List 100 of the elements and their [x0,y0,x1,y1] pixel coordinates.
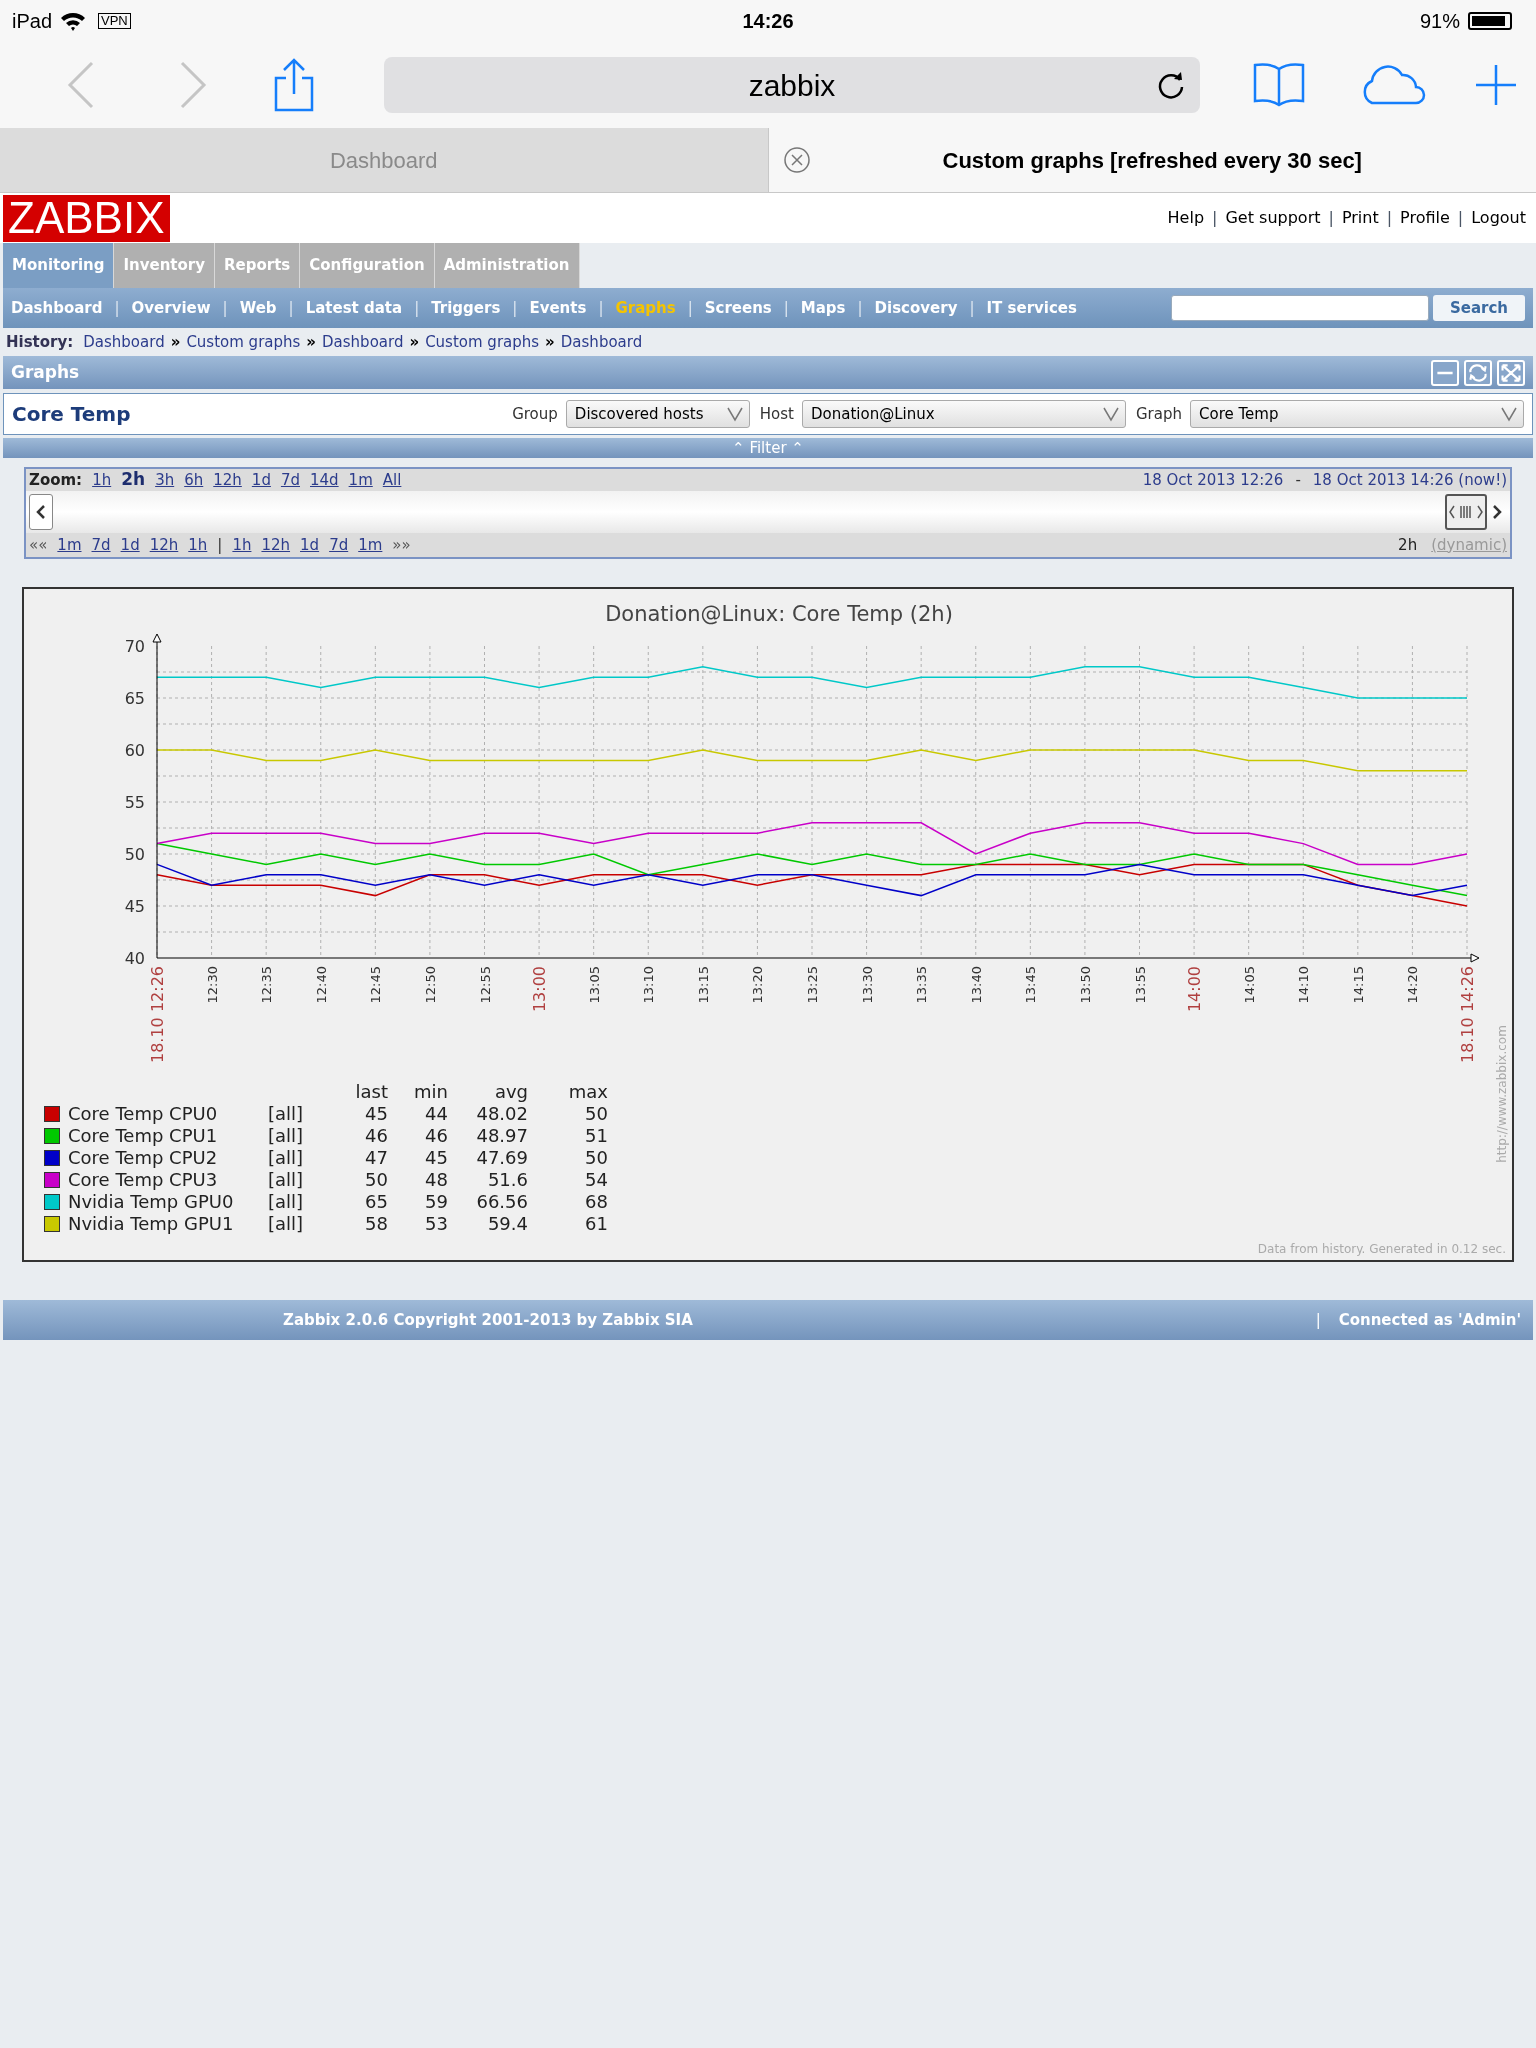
legend-avg: 48.02 [476,1103,528,1125]
address-bar[interactable]: zabbix [384,57,1200,113]
legend-series-name: Core Temp CPU1 [68,1125,219,1147]
x-tick-label: 13:50 [1077,966,1093,1004]
breadcrumb-separator: » [409,331,420,353]
separator: | [222,297,228,319]
back-link[interactable]: 7d [91,533,111,557]
breadcrumb-link[interactable]: Dashboard [560,330,643,354]
zoom-link[interactable]: 1m [348,468,373,492]
back-all-link[interactable]: «« [29,533,48,557]
battery-icon [1468,12,1512,30]
separator: | [512,297,518,319]
x-tick-label: 12:55 [477,966,493,1004]
legend-avg: 48.97 [476,1125,528,1147]
x-tick-label: 18.10 14:26 [1458,966,1477,1063]
timeline-scrollbar[interactable] [26,491,1510,533]
legend-max: 50 [585,1147,608,1169]
forward-link[interactable]: 1d [300,533,320,557]
range-end: 18 Oct 2013 14:26 (now!) [1312,469,1507,491]
y-tick-label: 50 [124,845,145,864]
separator: | [414,297,420,319]
legend-series-name: Nvidia Temp GPU1 [68,1213,235,1235]
breadcrumb-link[interactable]: Custom graphs [425,330,540,354]
history-label: History: [6,331,74,353]
graph-heading: Core Temp [12,401,131,428]
minimize-icon[interactable] [1431,359,1459,386]
legend-min: 48 [425,1169,448,1191]
forward-link[interactable]: 12h [261,533,291,557]
x-tick-label: 13:20 [750,966,766,1004]
fullscreen-icon[interactable] [1497,359,1525,386]
zoom-link[interactable]: 2h [121,467,146,493]
back-link[interactable]: 1m [57,533,82,557]
separator: | [857,297,863,319]
legend-min: 59 [425,1191,448,1213]
forward-link[interactable]: 7d [329,533,349,557]
generation-note: Data from history. Generated in 0.12 sec. [1257,1241,1506,1258]
zoom-link[interactable]: 1h [92,468,112,492]
zoom-link[interactable]: 12h [213,468,242,492]
zoom-link[interactable]: 7d [280,468,300,492]
x-tick-label: 13:25 [805,966,820,1004]
legend-series-name: Nvidia Temp GPU0 [68,1191,235,1213]
zoom-link[interactable]: 1d [251,468,271,492]
close-icon[interactable] [782,146,811,174]
refresh-icon[interactable] [1464,359,1492,386]
separator: | [1386,207,1393,229]
plus-icon[interactable] [1474,63,1518,107]
separator: | [1328,207,1334,229]
back-link[interactable]: 12h [149,533,179,557]
timeline-handle[interactable] [1445,494,1487,530]
legend-last: 65 [365,1191,388,1213]
x-tick-label: 13:35 [914,966,930,1004]
zoom-link[interactable]: 14d [310,468,339,492]
back-link[interactable]: 1d [120,533,140,557]
x-tick-label: 13:15 [695,966,711,1004]
share-icon[interactable] [272,58,316,112]
breadcrumb-link[interactable]: Custom graphs [186,330,301,354]
x-tick-label: 12:50 [422,966,438,1004]
legend-max: 61 [585,1213,608,1235]
range-separator: - [1295,469,1301,491]
device-name: iPad [12,9,53,34]
dropdown[interactable]: Discovered hosts [565,400,750,428]
zoom-link[interactable]: 6h [184,468,204,492]
x-tick-label: 14:20 [1405,966,1421,1004]
breadcrumb-link[interactable]: Dashboard [322,330,404,354]
header-link[interactable]: Logout [1471,206,1526,230]
x-tick-label: 14:10 [1296,966,1312,1004]
dropdown[interactable]: Donation@Linux [802,400,1126,428]
search-button[interactable]: Search [1433,295,1525,321]
reload-icon[interactable] [1156,70,1186,100]
battery-percent: 91% [1419,9,1460,34]
range-start: 18 Oct 2013 12:26 [1142,469,1284,491]
legend-function: [all] [268,1147,305,1169]
x-tick-label: 14:00 [1185,966,1205,1013]
forward-link[interactable]: 1m [358,533,383,557]
legend-avg: 66.56 [476,1191,528,1213]
legend-max: 50 [585,1103,608,1125]
legend-max: 68 [585,1191,608,1213]
header-link[interactable]: Help [1167,206,1205,230]
zoom-link[interactable]: All [382,468,402,492]
separator: | [1212,207,1218,229]
legend-min: 53 [425,1213,448,1235]
breadcrumb-separator: » [545,331,555,353]
zabbix-url: http://www.zabbix.com [1494,1025,1510,1163]
zoom-link[interactable]: 3h [155,468,175,492]
header-link[interactable]: Profile [1400,206,1450,230]
bookmarks-icon[interactable] [1252,61,1306,109]
header-link[interactable]: Print [1341,206,1379,230]
x-tick-label: 12:35 [259,966,275,1004]
legend-min: 46 [425,1125,448,1147]
back-link[interactable]: 1h [188,533,208,557]
x-tick-label: 14:05 [1241,966,1257,1004]
forward-all-link[interactable]: »» [392,533,411,557]
legend-max: 51 [585,1125,608,1147]
breadcrumb-link[interactable]: Dashboard [83,330,165,354]
forward-link[interactable]: 1h [232,533,252,557]
header-link[interactable]: Get support [1225,206,1321,230]
search-field[interactable] [1171,295,1429,321]
url-text: zabbix [748,67,836,104]
scroll-left-button[interactable] [29,494,53,530]
dropdown[interactable]: Core Temp [1190,400,1524,428]
